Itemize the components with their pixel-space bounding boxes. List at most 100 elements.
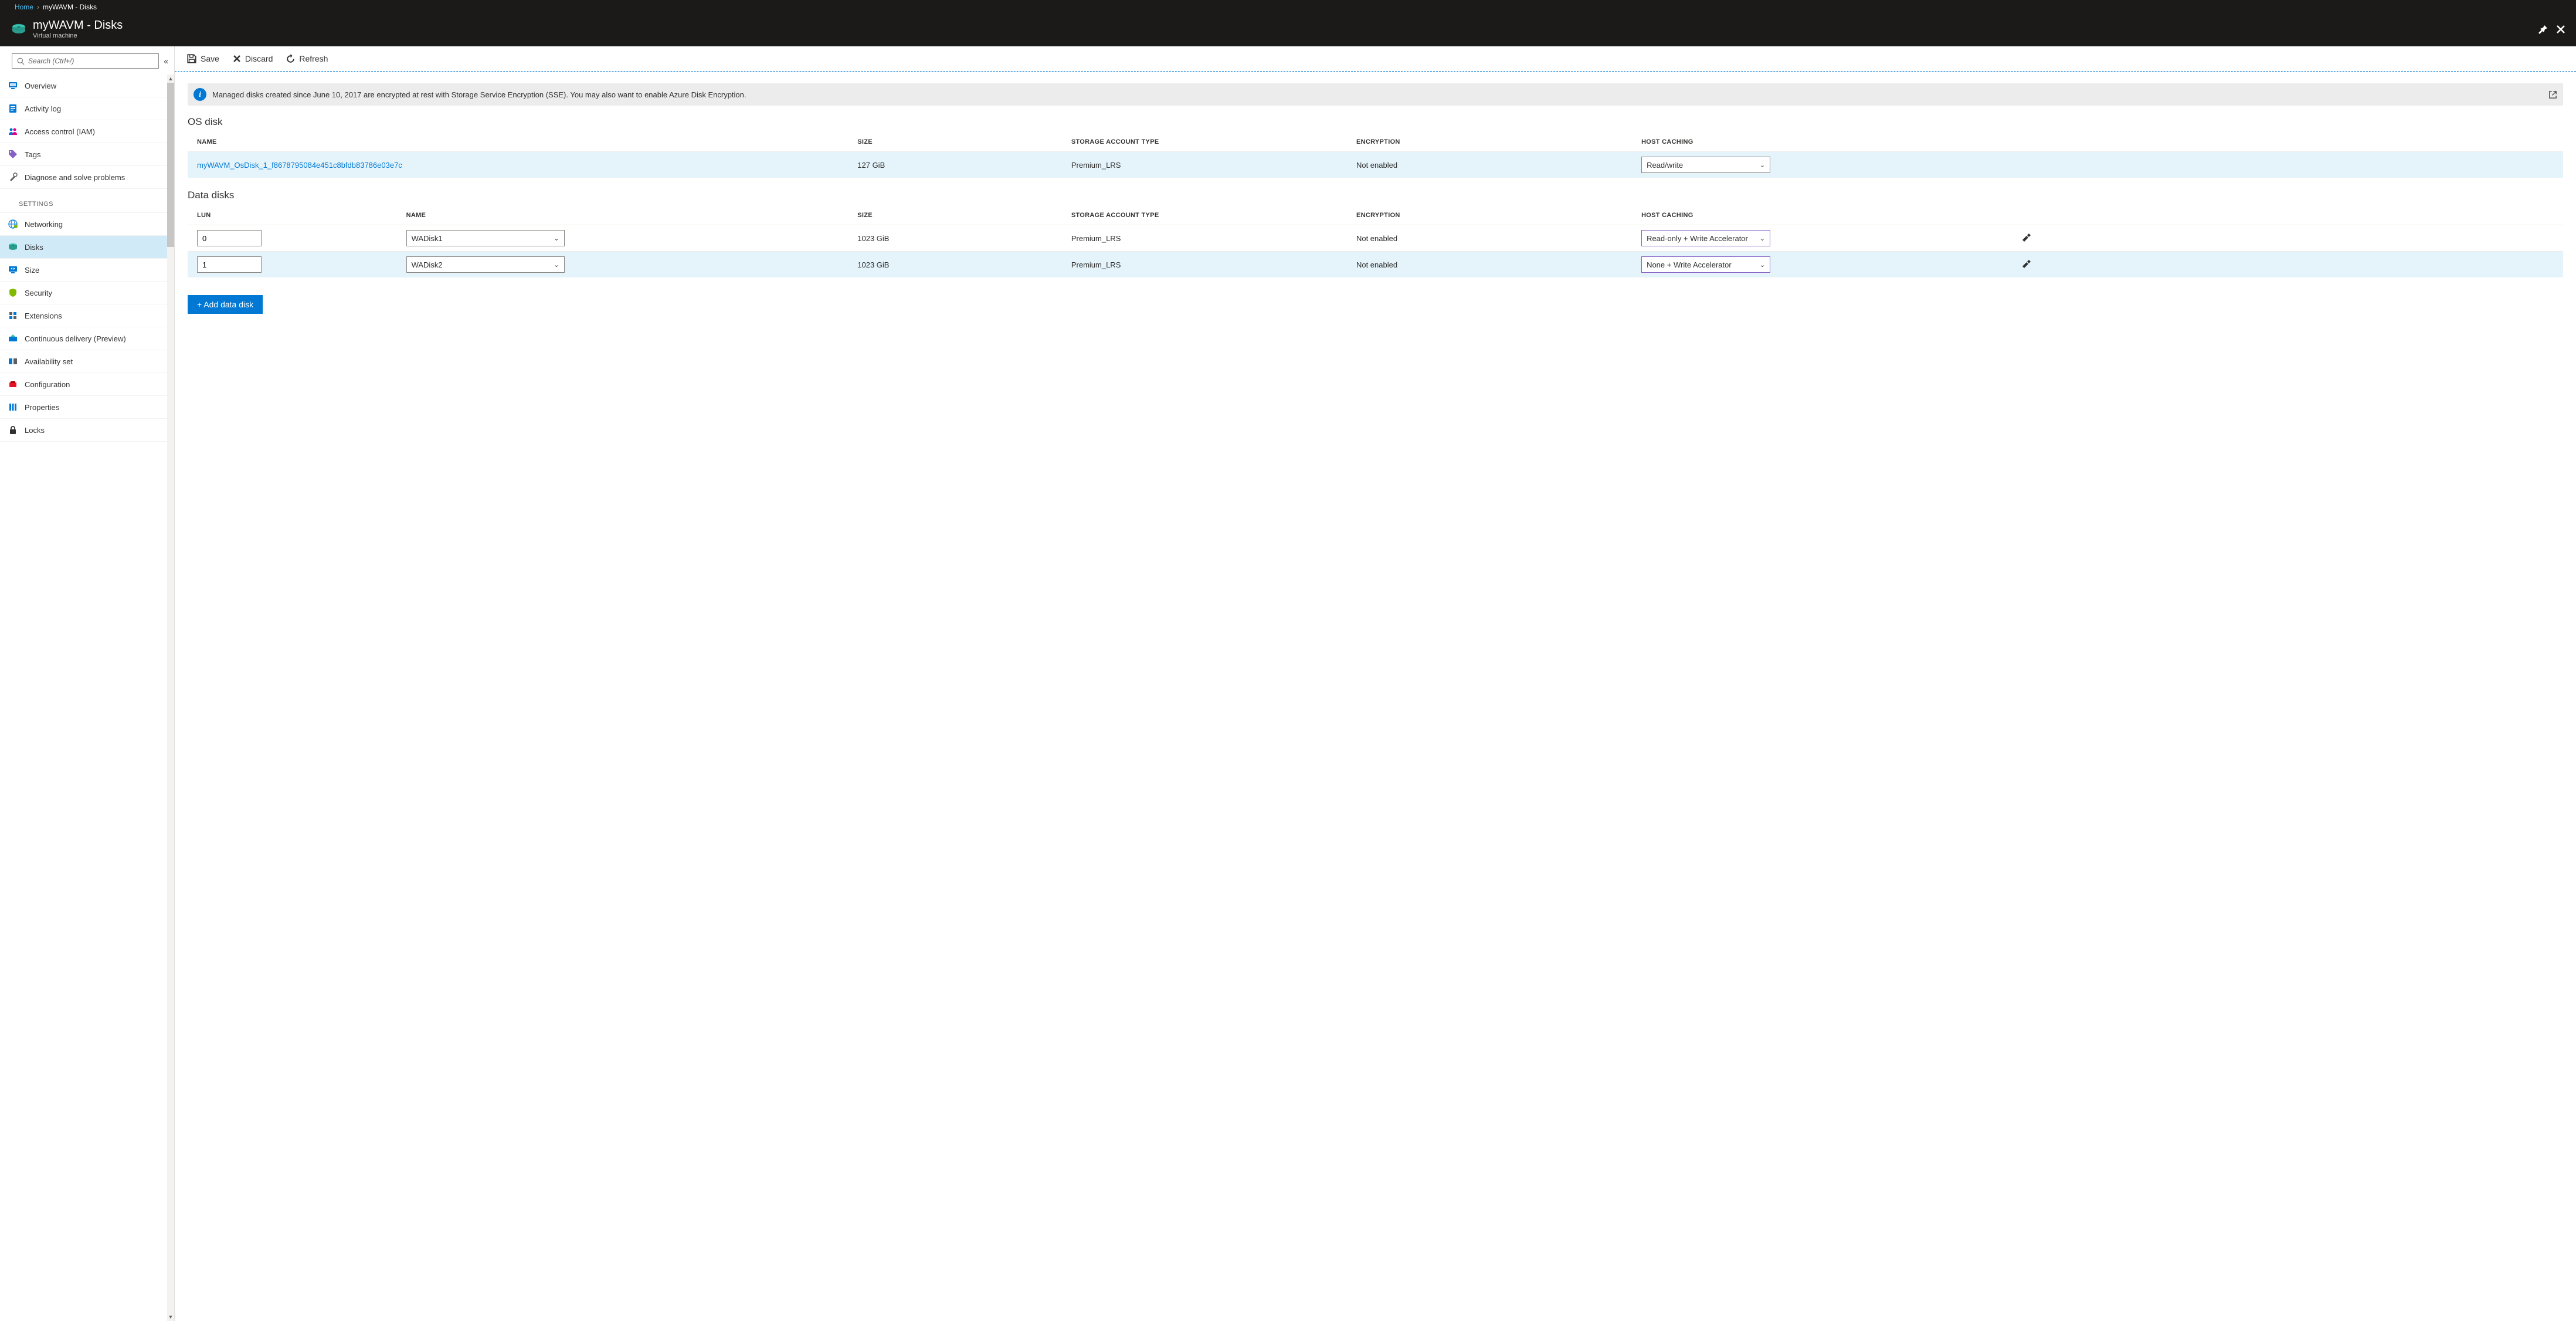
- nav-label: Properties: [25, 403, 59, 412]
- network-icon: [8, 219, 18, 229]
- os-th-size: SIZE: [853, 133, 1067, 152]
- info-icon: i: [194, 88, 206, 101]
- nav-item-overview[interactable]: Overview: [0, 74, 174, 97]
- nav-label: Continuous delivery (Preview): [25, 334, 126, 343]
- nav-label: Size: [25, 266, 39, 275]
- scrollbar-thumb[interactable]: [167, 83, 174, 247]
- nav-item-networking[interactable]: Networking: [0, 213, 174, 236]
- add-data-disk-button[interactable]: + Add data disk: [188, 295, 263, 314]
- nav-item-disks[interactable]: Disks: [0, 236, 174, 259]
- dd-th-name: NAME: [402, 206, 853, 225]
- write-accelerator-icon[interactable]: [2021, 260, 2032, 268]
- availability-icon: [8, 357, 18, 366]
- os-disk-caching-value: Read/write: [1647, 161, 1683, 170]
- chevron-down-icon: ⌄: [1760, 161, 1765, 169]
- delivery-icon: [8, 334, 18, 343]
- chevron-down-icon: ⌄: [1760, 261, 1765, 269]
- sidebar-scrollbar[interactable]: ▲ ▼: [167, 74, 174, 1321]
- save-icon: [186, 53, 197, 64]
- nav-item-activity-log[interactable]: Activity log: [0, 97, 174, 120]
- refresh-button[interactable]: Refresh: [286, 54, 328, 64]
- nav-item-extensions[interactable]: Extensions: [0, 304, 174, 327]
- dd-th-caching: HOST CACHING: [1637, 206, 2017, 225]
- breadcrumb-current: myWAVM - Disks: [43, 3, 97, 11]
- disk-name-select-1[interactable]: WADisk2 ⌄: [406, 256, 565, 273]
- collapse-sidebar-icon[interactable]: «: [164, 56, 168, 66]
- external-link-icon[interactable]: [2548, 90, 2557, 99]
- nav-item-access-control[interactable]: Access control (IAM): [0, 120, 174, 143]
- os-disk-encryption: Not enabled: [1352, 152, 1637, 178]
- log-icon: [8, 104, 18, 113]
- nav-item-configuration[interactable]: Configuration: [0, 373, 174, 396]
- disk-storage: Premium_LRS: [1067, 252, 1352, 278]
- dd-th-encryption: ENCRYPTION: [1352, 206, 1637, 225]
- dd-th-size: SIZE: [853, 206, 1067, 225]
- nav-item-continuous-delivery[interactable]: Continuous delivery (Preview): [0, 327, 174, 350]
- disk-caching-select-1[interactable]: None + Write Accelerator ⌄: [1641, 256, 1770, 273]
- disk-name-value: WADisk1: [412, 234, 443, 243]
- data-disks-title: Data disks: [188, 189, 2563, 201]
- nav-label: Locks: [25, 426, 45, 435]
- breadcrumb-home-link[interactable]: Home: [15, 3, 33, 11]
- nav-label: Overview: [25, 82, 56, 90]
- people-icon: [8, 127, 18, 136]
- nav-list: Overview Activity log Access control (IA…: [0, 74, 174, 1321]
- page-header: myWAVM - Disks Virtual machine: [0, 14, 2576, 46]
- nav-item-properties[interactable]: Properties: [0, 396, 174, 419]
- nav-label: Disks: [25, 243, 43, 252]
- nav-label: Tags: [25, 150, 40, 159]
- monitor-icon: [8, 81, 18, 90]
- disk-encryption: Not enabled: [1352, 252, 1637, 278]
- data-disk-row: WADisk2 ⌄ 1023 GiB Premium_LRS Not enabl…: [188, 252, 2563, 278]
- lun-input-1[interactable]: [197, 256, 262, 273]
- os-disk-name-link[interactable]: myWAVM_OsDisk_1_f8678795084e451c8bfdb837…: [197, 161, 402, 170]
- extensions-icon: [8, 311, 18, 320]
- disk-caching-select-0[interactable]: Read-only + Write Accelerator ⌄: [1641, 230, 1770, 246]
- discard-button[interactable]: Discard: [232, 54, 273, 63]
- disk-storage: Premium_LRS: [1067, 225, 1352, 252]
- disks-icon: [11, 21, 27, 38]
- lock-icon: [8, 425, 18, 435]
- banner-text: Managed disks created since June 10, 201…: [212, 90, 746, 99]
- pin-icon[interactable]: [2538, 25, 2548, 34]
- disk-caching-value: Read-only + Write Accelerator: [1647, 234, 1748, 243]
- os-th-storage: STORAGE ACCOUNT TYPE: [1067, 133, 1352, 152]
- nav-item-locks[interactable]: Locks: [0, 419, 174, 442]
- os-disk-row[interactable]: myWAVM_OsDisk_1_f8678795084e451c8bfdb837…: [188, 152, 2563, 178]
- disk-encryption: Not enabled: [1352, 225, 1637, 252]
- dd-th-storage: STORAGE ACCOUNT TYPE: [1067, 206, 1352, 225]
- nav-item-diagnose[interactable]: Diagnose and solve problems: [0, 166, 174, 189]
- breadcrumb: Home › myWAVM - Disks: [0, 0, 2576, 14]
- os-disk-title: OS disk: [188, 116, 2563, 128]
- search-input[interactable]: Search (Ctrl+/): [12, 53, 159, 69]
- disks-nav-icon: [8, 242, 18, 252]
- chevron-down-icon: ⌄: [554, 261, 559, 269]
- disk-name-select-0[interactable]: WADisk1 ⌄: [406, 230, 565, 246]
- save-button[interactable]: Save: [186, 53, 219, 64]
- properties-icon: [8, 402, 18, 412]
- scroll-up-arrow-icon[interactable]: ▲: [168, 74, 174, 83]
- os-disk-size: 127 GiB: [853, 152, 1067, 178]
- nav-item-tags[interactable]: Tags: [0, 143, 174, 166]
- os-th-encryption: ENCRYPTION: [1352, 133, 1637, 152]
- os-disk-caching-select[interactable]: Read/write ⌄: [1641, 157, 1770, 173]
- os-th-caching: HOST CACHING: [1637, 133, 2064, 152]
- disk-size: 1023 GiB: [853, 252, 1067, 278]
- discard-label: Discard: [245, 54, 273, 63]
- data-disk-row: WADisk1 ⌄ 1023 GiB Premium_LRS Not enabl…: [188, 225, 2563, 252]
- lun-input-0[interactable]: [197, 230, 262, 246]
- configuration-icon: [8, 380, 18, 389]
- close-icon[interactable]: [2556, 25, 2565, 34]
- page-subtitle: Virtual machine: [33, 32, 2533, 39]
- nav-item-availability-set[interactable]: Availability set: [0, 350, 174, 373]
- scroll-down-arrow-icon[interactable]: ▼: [168, 1313, 174, 1321]
- nav-label: Access control (IAM): [25, 127, 95, 136]
- disk-caching-value: None + Write Accelerator: [1647, 260, 1732, 269]
- info-banner: i Managed disks created since June 10, 2…: [188, 83, 2563, 106]
- search-icon: [17, 57, 25, 65]
- nav-label: Activity log: [25, 104, 61, 113]
- write-accelerator-icon[interactable]: [2021, 233, 2032, 242]
- nav-item-security[interactable]: Security: [0, 282, 174, 304]
- disk-name-value: WADisk2: [412, 260, 443, 269]
- nav-item-size[interactable]: Size: [0, 259, 174, 282]
